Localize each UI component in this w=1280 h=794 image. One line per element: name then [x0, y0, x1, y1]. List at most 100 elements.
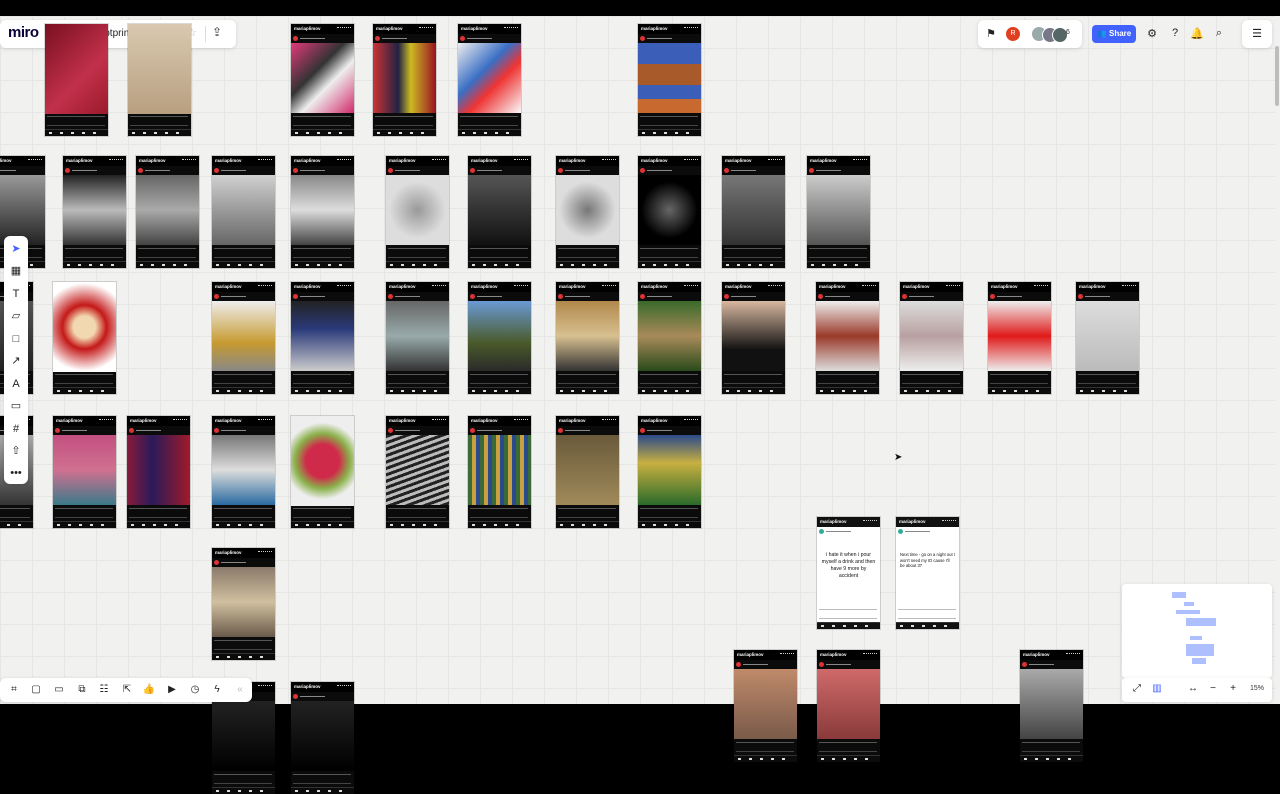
instagram-screenshot[interactable]: mariaplimov [291, 24, 354, 136]
notifications-icon[interactable]: 🔔 [1190, 27, 1204, 40]
search-icon[interactable]: ⌕ [1212, 27, 1226, 40]
post-caption [558, 508, 616, 518]
miro-logo[interactable]: miro [8, 24, 39, 41]
instagram-screenshot[interactable]: mariaplimov [212, 156, 275, 268]
instagram-screenshot[interactable]: mariaplimov [468, 156, 531, 268]
instagram-screenshot[interactable]: mariaplimov [722, 282, 785, 394]
instagram-screenshot[interactable]: mariaplimov [212, 548, 275, 660]
app-nav-bar [817, 622, 880, 629]
zoom-in-icon[interactable]: + [1226, 683, 1240, 694]
sticky-note-icon[interactable]: ▱ [6, 306, 26, 326]
comments-icon[interactable]: ▢ [28, 681, 44, 699]
instagram-screenshot[interactable]: mariaplimov [127, 416, 190, 528]
instagram-screenshot[interactable]: mariaplimov [291, 682, 354, 794]
comment-icon[interactable]: ▭ [6, 396, 26, 416]
instagram-screenshot[interactable]: mariaplimov [136, 156, 199, 268]
instagram-screenshot[interactable]: mariaplimov [900, 282, 963, 394]
instagram-screenshot[interactable]: mariaplimov [638, 156, 701, 268]
instagram-screenshot[interactable]: mariaplimov [212, 282, 275, 394]
instagram-screenshot[interactable]: mariaplimov [556, 156, 619, 268]
account-row [388, 428, 438, 433]
instagram-screenshot[interactable]: mariaplimov [53, 416, 116, 528]
instagram-screenshot[interactable]: mariaplimov [468, 282, 531, 394]
kanban-icon[interactable]: ☷ [96, 681, 112, 699]
collapse-icon[interactable]: « [232, 681, 248, 699]
account-name: mariaplimov [294, 26, 321, 31]
share-screen-icon[interactable]: ⇱ [119, 681, 135, 699]
instagram-screenshot[interactable]: mariaplimov [468, 416, 531, 528]
instagram-screenshot[interactable]: mariaplimov [556, 282, 619, 394]
account-name: mariaplimov [0, 158, 12, 163]
instagram-screenshot[interactable]: mariaplimov [458, 24, 521, 136]
header-icons [946, 285, 960, 289]
fit-screen-icon[interactable]: ⤢ [1130, 683, 1144, 694]
account-name: mariaplimov [820, 652, 847, 657]
instagram-screenshot[interactable]: mariaplimov [556, 416, 619, 528]
account-row [640, 294, 690, 299]
avatar[interactable]: R [1006, 27, 1020, 41]
vertical-scrollbar[interactable] [1275, 16, 1280, 704]
zoom-out-icon[interactable]: − [1206, 683, 1220, 694]
username-line [477, 296, 502, 297]
timer-icon[interactable]: ◷ [187, 681, 203, 699]
account-name: mariaplimov [559, 418, 586, 423]
username-line [731, 296, 756, 297]
cards-icon[interactable]: ⧉ [74, 681, 90, 699]
post-header: mariaplimov [638, 24, 701, 34]
instagram-screenshot[interactable]: mariaplimov [386, 416, 449, 528]
instagram-screenshot[interactable]: mariaplimov [1020, 650, 1083, 762]
instagram-screenshot[interactable]: mariaplimov [988, 282, 1051, 394]
instagram-screenshot[interactable] [128, 24, 191, 136]
frame-icon[interactable]: # [6, 419, 26, 439]
chat-icon[interactable]: ▭ [51, 681, 67, 699]
post-caption [293, 116, 351, 126]
instagram-screenshot[interactable] [45, 24, 108, 136]
instagram-screenshot[interactable]: mariaplimov [63, 156, 126, 268]
instagram-screenshot[interactable]: mariaplimov [386, 156, 449, 268]
connector-icon[interactable]: ↗ [6, 351, 26, 371]
help-icon[interactable]: ? [1168, 27, 1182, 39]
scrollbar-thumb[interactable] [1275, 46, 1279, 106]
instagram-screenshot[interactable]: mariaplimov [722, 156, 785, 268]
upload-icon[interactable]: ⇧ [6, 441, 26, 461]
instagram-screenshot[interactable]: mariaplimov [638, 24, 701, 136]
map-icon[interactable]: ▥ [1150, 683, 1164, 694]
reaction-icon[interactable]: 👍 [141, 681, 157, 699]
board-panel-button[interactable]: ☰ [1242, 20, 1272, 48]
instagram-text-post[interactable]: mariaplimov i hate it when i pour myself … [817, 517, 880, 629]
instagram-text-post[interactable]: mariaplimov Next time - go on a night out… [896, 517, 959, 629]
instagram-screenshot[interactable] [291, 416, 354, 528]
instagram-screenshot[interactable]: mariaplimov [212, 416, 275, 528]
export-icon[interactable]: ⇪ [212, 25, 222, 39]
more-icon[interactable]: ••• [6, 463, 26, 483]
zoom-level[interactable]: 15% [1250, 685, 1264, 692]
instagram-screenshot[interactable]: mariaplimov [1076, 282, 1139, 394]
apps-icon[interactable]: ϟ [209, 681, 225, 699]
instagram-screenshot[interactable]: mariaplimov [291, 156, 354, 268]
instagram-screenshot[interactable]: mariaplimov [386, 282, 449, 394]
share-button[interactable]: 👥 Share [1092, 25, 1136, 43]
frames-icon[interactable]: ⌗ [6, 681, 22, 699]
settings-sliders-icon[interactable]: ⚙ [1145, 27, 1159, 40]
text-icon[interactable]: T [6, 284, 26, 304]
header-icons [862, 285, 876, 289]
table-icon[interactable]: ▦ [6, 261, 26, 281]
instagram-screenshot[interactable]: mariaplimov [291, 282, 354, 394]
pen-icon[interactable]: Α [6, 374, 26, 394]
shape-icon[interactable]: □ [6, 329, 26, 349]
instagram-screenshot[interactable]: mariaplimov [638, 416, 701, 528]
account-row [214, 428, 264, 433]
fit-width-icon[interactable]: ↔ [1186, 683, 1200, 694]
instagram-screenshot[interactable]: mariaplimov [816, 282, 879, 394]
video-icon[interactable]: ▶ [164, 681, 180, 699]
instagram-screenshot[interactable]: mariaplimov [734, 650, 797, 762]
minimap[interactable] [1122, 584, 1272, 678]
instagram-screenshot[interactable]: mariaplimov [373, 24, 436, 136]
follow-icon[interactable]: ⚑ [984, 27, 998, 40]
instagram-screenshot[interactable]: mariaplimov [817, 650, 880, 762]
instagram-screenshot[interactable] [53, 282, 116, 394]
account-name: mariaplimov [215, 418, 242, 423]
select-icon[interactable]: ➤ [6, 239, 26, 259]
instagram-screenshot[interactable]: mariaplimov [807, 156, 870, 268]
instagram-screenshot[interactable]: mariaplimov [638, 282, 701, 394]
